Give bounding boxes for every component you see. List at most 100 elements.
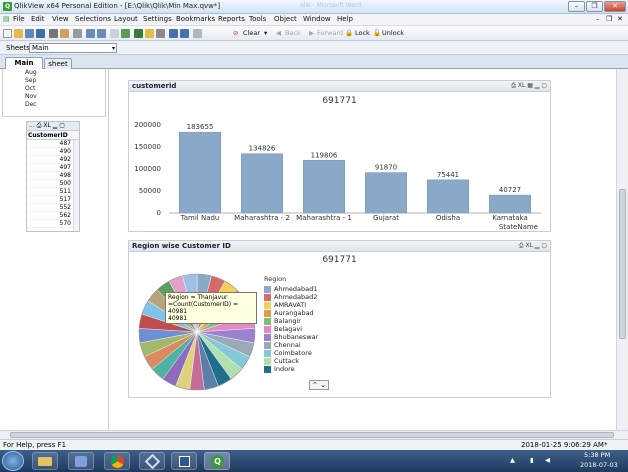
bar[interactable] (240, 153, 284, 214)
menu-bookmarks[interactable]: Bookmarks (176, 15, 215, 23)
tablebox-scrollbar[interactable] (73, 140, 79, 231)
menu-file[interactable]: File (13, 15, 25, 23)
table-row[interactable]: 492 (27, 156, 79, 164)
menu-settings[interactable]: Settings (143, 15, 172, 23)
table-row[interactable]: 517 (27, 196, 79, 204)
doc-close-icon[interactable]: ✕ (617, 15, 623, 23)
forward-button[interactable]: Forward (317, 29, 343, 37)
menu-layout[interactable]: Layout (114, 15, 138, 23)
table-row[interactable]: 552 (27, 204, 79, 212)
file-explorer-icon[interactable] (32, 452, 58, 470)
bar[interactable] (488, 194, 532, 214)
tablebox-column-header[interactable]: CustomerID (27, 131, 79, 140)
list-item[interactable]: Aug (25, 69, 37, 76)
list-item[interactable]: Oct (25, 85, 35, 92)
restore-window-button[interactable]: ❐ (586, 1, 603, 12)
bar[interactable] (302, 160, 346, 214)
list-item[interactable]: Sep (25, 77, 36, 84)
menu-object[interactable]: Object (274, 15, 297, 23)
status-bar: For Help, press F1 2018-01-25 9:06:29 AM… (0, 439, 628, 450)
month-listbox[interactable]: Aug Sep Oct Nov Dec (2, 69, 106, 117)
legend-scroll-buttons[interactable]: ⌃ ⌄ (309, 380, 329, 390)
redo-icon[interactable] (97, 29, 106, 38)
vertical-scroll-thumb[interactable] (619, 189, 626, 339)
open-server-icon[interactable] (25, 29, 34, 38)
doc-restore-icon[interactable]: ❐ (606, 15, 612, 23)
cursor-icon[interactable] (193, 29, 202, 38)
table-row[interactable]: 497 (27, 164, 79, 172)
clear-button[interactable]: Clear (243, 29, 260, 37)
chrome-icon[interactable] (104, 452, 130, 470)
table-row[interactable]: 487 (27, 140, 79, 148)
print-pdf-icon[interactable] (60, 29, 69, 38)
menu-view[interactable]: View (52, 15, 69, 23)
pie-chart-caption-buttons[interactable]: ⎙ XL ▁ ▢ (519, 242, 547, 250)
properties-icon[interactable] (156, 29, 165, 38)
partial-reload-icon[interactable] (121, 29, 130, 38)
qlikview-taskbar-icon[interactable]: Q (204, 452, 230, 470)
tablebox-caption-buttons[interactable]: ... ⎙ XL ▁ ▢ (29, 122, 65, 130)
media-player-icon[interactable] (68, 452, 94, 470)
unlock-button[interactable]: Unlock (382, 29, 404, 37)
x-axis-label: StateName (499, 223, 538, 231)
design-grid-icon[interactable] (169, 29, 178, 38)
lock-button[interactable]: Lock (355, 29, 370, 37)
favorite-star-icon[interactable] (145, 29, 154, 38)
tray-network-icon[interactable]: ▮ (530, 456, 534, 464)
bar-chart-caption-title: customerid (132, 82, 177, 90)
start-button-icon[interactable] (2, 451, 24, 471)
edit-script-icon[interactable] (73, 29, 82, 38)
menu-help[interactable]: Help (337, 15, 353, 23)
tab-sheet[interactable]: sheet (44, 58, 72, 69)
bar[interactable] (178, 131, 222, 214)
unlock-icon: 🔓 (373, 29, 382, 37)
print-icon[interactable] (49, 29, 58, 38)
tab-main[interactable]: Main (5, 57, 43, 69)
toolbar: ⊘ Clear ▾ ◀ Back ▶ Forward 🔒 Lock 🔓 Unlo… (0, 26, 628, 41)
app-cube-icon[interactable] (139, 452, 165, 470)
taskbar-clock-date[interactable]: 2018-07-03 (580, 461, 618, 469)
sheets-select[interactable]: Main ▾ (29, 43, 117, 53)
menu-edit[interactable]: Edit (31, 15, 45, 23)
table-row[interactable]: 490 (27, 148, 79, 156)
table-row[interactable]: 570 (27, 220, 79, 228)
taskbar-clock-time[interactable]: 5:38 PM (584, 451, 610, 459)
title-bar: Q QlikView x64 Personal Edition - [E:\Ql… (0, 0, 628, 14)
close-window-button[interactable]: ✕ (604, 1, 626, 12)
doc-minimize-icon[interactable]: – (596, 15, 600, 23)
legend-label: Balangir (274, 317, 301, 325)
open-icon[interactable] (14, 29, 23, 38)
table-row[interactable]: 498 (27, 172, 79, 180)
minimize-window-button[interactable]: – (568, 1, 585, 12)
help-icon[interactable] (180, 29, 189, 38)
bar-chart-caption-buttons[interactable]: ⎙ XL ▦ ▁ ▢ (511, 82, 547, 90)
vertical-scrollbar[interactable] (616, 69, 628, 430)
undo-icon[interactable] (86, 29, 95, 38)
word-icon[interactable] (171, 452, 197, 470)
clear-dropdown-icon[interactable]: ▾ (264, 29, 267, 37)
tray-volume-icon[interactable]: ◀ (545, 456, 550, 464)
bar[interactable] (364, 172, 408, 214)
back-button[interactable]: Back (285, 29, 301, 37)
horizontal-scrollbar[interactable] (0, 430, 628, 439)
table-row[interactable]: 511 (27, 188, 79, 196)
customerid-bar-chart-object[interactable]: customerid ⎙ XL ▦ ▁ ▢ 691771 0 50000 100000… (128, 80, 551, 232)
table-row[interactable]: 562 (27, 212, 79, 220)
list-item[interactable]: Nov (25, 93, 37, 100)
new-icon[interactable] (3, 29, 12, 38)
tray-flag-icon[interactable]: ▲ (510, 456, 515, 464)
menu-selections[interactable]: Selections (75, 15, 111, 23)
table-viewer-icon[interactable] (134, 29, 143, 38)
save-icon[interactable] (36, 29, 45, 38)
menu-tools[interactable]: Tools (249, 15, 266, 23)
bar[interactable] (426, 179, 470, 214)
menu-window[interactable]: Window (303, 15, 331, 23)
menu-reports[interactable]: Reports (218, 15, 245, 23)
table-row[interactable]: 500 (27, 180, 79, 188)
list-item[interactable]: Dec (25, 101, 37, 108)
reload-icon[interactable] (110, 29, 119, 38)
region-pie-chart-object[interactable]: Region wise Customer ID ⎙ XL ▁ ▢ 691771 … (128, 240, 551, 398)
legend-label: Cuttack (274, 357, 300, 365)
horizontal-scroll-thumb[interactable] (10, 432, 614, 438)
customerid-tablebox[interactable]: ... ⎙ XL ▁ ▢ CustomerID 487 490 492 497 … (26, 121, 80, 232)
